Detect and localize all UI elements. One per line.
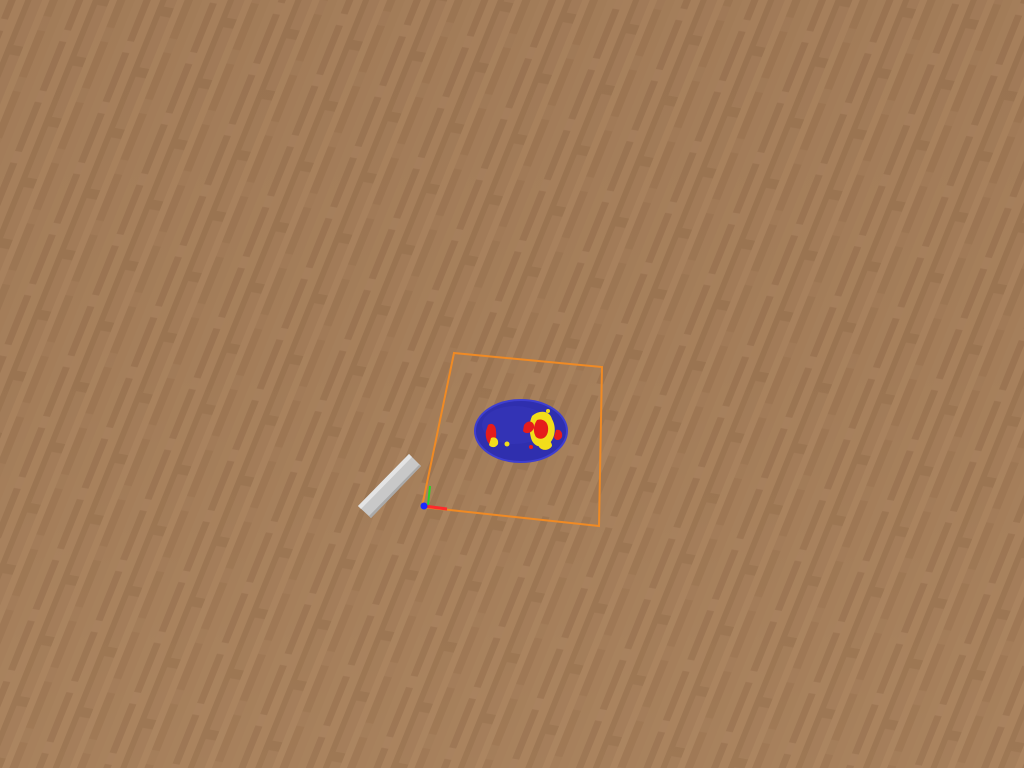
- scene-objects-layer: [358, 351, 604, 528]
- plate-object[interactable]: [474, 399, 568, 463]
- simulation-viewport[interactable]: [0, 0, 1024, 768]
- cylinder-tool[interactable]: [358, 454, 421, 518]
